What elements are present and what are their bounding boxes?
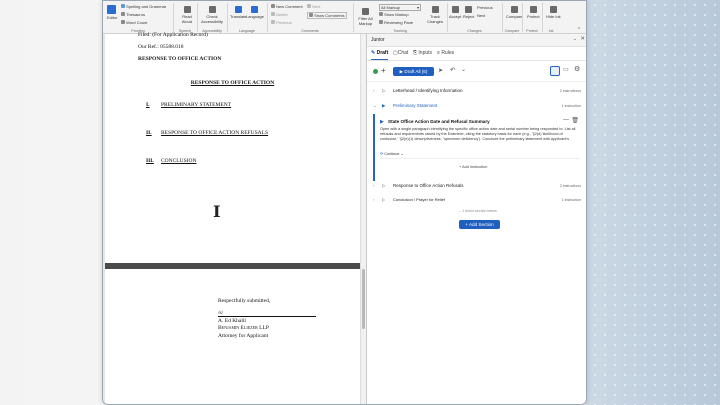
document-area: Filed: (For Application Record) Our Ref.… (103, 32, 361, 404)
background-dots (580, 0, 720, 405)
section-title: CONCLUSION (161, 158, 197, 164)
pane-options-chevron-icon[interactable]: ⌄ (573, 36, 577, 42)
chevron-right-icon: › (373, 197, 375, 202)
chevron-right-icon: › (373, 183, 375, 188)
instruction-count: 2 instructions (559, 184, 581, 188)
document-page-1: Filed: (For Application Record) Our Ref.… (105, 32, 360, 263)
plus-icon: + (459, 165, 462, 169)
review-ribbon: Editor Spelling and Grammar Thesaurus Wo… (103, 1, 586, 34)
collapse-ribbon-icon[interactable]: ⌃ (577, 27, 581, 33)
closing-line: Respectfully submitted, (218, 298, 271, 304)
undo-icon[interactable]: ↶ (450, 66, 455, 74)
chevron-down-icon: ⌄ (373, 103, 377, 108)
draft-toolbar: + ▶ Draft All (6) ➤ ↶ ⌄ ▭ ⚙ (367, 61, 586, 82)
chevron-down-icon: ⌄ (458, 209, 462, 213)
instruction-count: 2 instructions (559, 89, 581, 93)
instruction-count: 1 instruction (561, 198, 581, 202)
play-icon[interactable]: ▶ (380, 119, 384, 125)
gear-icon[interactable]: ⚙ (574, 65, 580, 73)
protect-group-label: Protect (526, 29, 538, 33)
draft-all-button[interactable]: ▶ Draft All (6) (393, 67, 434, 76)
ink-group-label: Ink (548, 29, 554, 33)
add-icon[interactable]: + (381, 66, 386, 75)
pane-title: Junior (371, 37, 385, 43)
tab-draft[interactable]: ✎ Draft (371, 50, 389, 60)
add-instruction-button[interactable]: + Add Instruction (459, 165, 487, 169)
tab-chat[interactable]: ▢Chat (393, 50, 408, 56)
inputs-icon: ⎘ (413, 50, 418, 56)
continue-dropdown[interactable]: ⟳ Continue ⌄ (380, 151, 404, 156)
continue-icon: ⟳ (380, 152, 384, 156)
more-icon[interactable]: — (563, 117, 569, 123)
pane-header: Junior ⌄ ✕ (367, 34, 586, 47)
signer-role: Attorney for Applicant (218, 333, 269, 339)
section-number: I. (146, 102, 150, 108)
instruction-count: 1 instruction (561, 104, 581, 108)
section-title: PRELIMINARY STATEMENT (161, 102, 232, 108)
pane-tabs: ✎ Draft ▢Chat ⎘ Inputs ≡ Rules (367, 47, 586, 61)
response-label: RESPONSE TO OFFICE ACTION (138, 56, 222, 62)
instruction-title: State Office Action Date and Refusal Sum… (388, 119, 490, 124)
word-window: Editor Spelling and Grammar Thesaurus Wo… (102, 0, 587, 405)
document-page-2: Respectfully submitted, /s/ A. Ed Khalil… (105, 269, 360, 404)
section-number: II. (146, 130, 152, 136)
play-icon: ▶ (399, 69, 404, 74)
document-heading: RESPONSE TO OFFICE ACTION (190, 80, 275, 86)
add-section-button[interactable]: + Add Section (459, 220, 500, 229)
rules-icon: ≡ (437, 50, 440, 56)
plus-icon: + (465, 222, 468, 227)
signer-name: A. Ed Khalil (218, 318, 246, 324)
play-outline-icon: ▷ (382, 197, 386, 202)
tab-rules[interactable]: ≡ Rules (437, 50, 454, 56)
firm-name: Benjamin Eliezer LLP (218, 325, 269, 331)
status-dot-icon (373, 69, 378, 74)
chevron-down-icon[interactable]: ⌄ (461, 66, 466, 73)
draft-icon: ✎ (371, 50, 376, 56)
instruction-body[interactable]: Open with a single paragraph identifying… (380, 127, 580, 143)
play-outline-icon: ▷ (382, 88, 386, 93)
tracking-group-label: Tracking (393, 29, 407, 33)
compare-group-label: Compare (504, 29, 520, 33)
language-group-label: Language (239, 29, 255, 33)
tab-inputs[interactable]: ⎘ Inputs (413, 50, 432, 56)
chevron-down-icon: ⌄ (400, 152, 404, 156)
section-number: III. (146, 158, 154, 164)
document-view-icon[interactable] (550, 66, 560, 76)
folder-icon[interactable]: ▭ (563, 66, 569, 73)
instruction-card: ▶ State Office Action Date and Refusal S… (373, 114, 583, 181)
scrollbar-thumb[interactable] (362, 269, 365, 329)
close-icon[interactable]: ✕ (580, 36, 585, 42)
filed-line: Filed: (For Application Record) (138, 32, 208, 38)
chevron-right-icon: › (373, 88, 375, 93)
junior-pane: Junior ⌄ ✕ ✎ Draft ▢Chat ⎘ Inputs ≡ Rule… (366, 34, 586, 404)
minor-section-toggle[interactable]: ⌄ 1 minor section below (367, 209, 586, 213)
comments-group-label: Comments (301, 29, 319, 33)
send-icon[interactable]: ➤ (438, 67, 443, 74)
changes-group-label: Changes (467, 29, 482, 33)
text-cursor-icon: I (213, 202, 221, 221)
play-icon: ▶ (382, 103, 386, 108)
signature-line: /s/ (218, 310, 316, 317)
play-outline-icon: ▷ (382, 183, 386, 188)
section-title: RESPONSE TO OFFICE ACTION REFUSALS (161, 130, 269, 136)
trash-icon[interactable]: 🗑 (571, 117, 579, 124)
our-ref-line: Our Ref.: 05588.018 (138, 44, 184, 50)
